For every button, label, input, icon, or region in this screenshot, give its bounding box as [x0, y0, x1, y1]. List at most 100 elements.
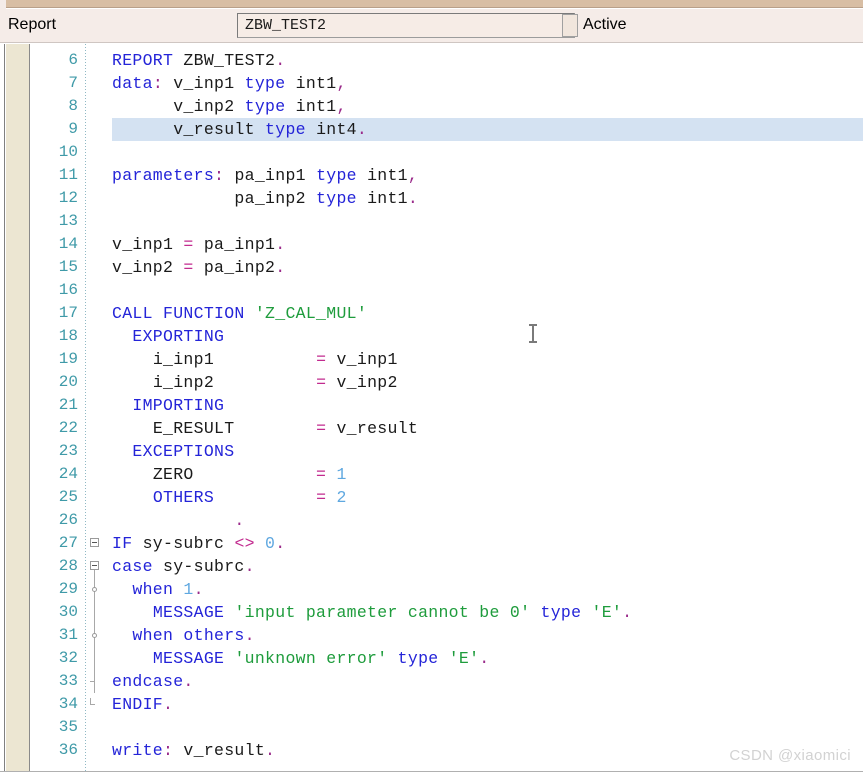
code-line[interactable]: 28 case sy-subrc. — [0, 555, 863, 578]
text-cursor-icon — [529, 324, 537, 344]
code-text: IMPORTING — [132, 396, 225, 415]
code-text: when 1. — [132, 580, 204, 599]
line-number: 9 — [68, 120, 78, 138]
line-number: 13 — [58, 212, 78, 230]
code-line[interactable]: 21 IMPORTING — [0, 394, 863, 417]
code-line[interactable]: 35 — [0, 716, 863, 739]
fold-node-icon[interactable] — [92, 633, 97, 638]
window-top-accent-strip — [0, 0, 863, 8]
code-text: EXCEPTIONS — [132, 442, 235, 461]
line-number: 12 — [58, 189, 78, 207]
code-line[interactable]: 27 IF sy-subrc <> 0. — [0, 532, 863, 555]
status-badge: Active — [583, 16, 627, 33]
code-text: when others. — [132, 626, 255, 645]
fold-end-icon — [90, 681, 95, 682]
code-line[interactable]: 32 MESSAGE 'unknown error' type 'E'. — [0, 647, 863, 670]
fold-guide-line — [94, 647, 95, 670]
line-number: 27 — [58, 534, 78, 552]
code-text: v_inp2 = pa_inp2. — [112, 258, 286, 277]
code-text: OTHERS = 2 — [152, 488, 347, 507]
code-line[interactable]: 8 v_inp2 type int1, — [0, 95, 863, 118]
code-line[interactable]: 23 EXCEPTIONS — [0, 440, 863, 463]
fold-node-icon[interactable] — [92, 587, 97, 592]
code-text: ENDIF. — [112, 695, 174, 714]
code-line[interactable]: 25 OTHERS = 2 — [0, 486, 863, 509]
code-text: pa_inp2 type int1. — [234, 189, 419, 208]
code-text: v_result type int4. — [173, 120, 368, 139]
line-number: 18 — [58, 327, 78, 345]
line-number: 22 — [58, 419, 78, 437]
line-number: 21 — [58, 396, 78, 414]
line-number: 16 — [58, 281, 78, 299]
code-text: ZERO = 1 — [152, 465, 347, 484]
line-number: 31 — [58, 626, 78, 644]
line-number: 14 — [58, 235, 78, 253]
code-text: v_inp1 = pa_inp1. — [112, 235, 286, 254]
code-line[interactable]: 22 E_RESULT = v_result — [0, 417, 863, 440]
code-line[interactable]: 33 endcase. — [0, 670, 863, 693]
line-number: 11 — [58, 166, 78, 184]
line-number: 20 — [58, 373, 78, 391]
code-text: i_inp2 = v_inp2 — [152, 373, 398, 392]
line-number: 7 — [68, 74, 78, 92]
status-indicator-box — [562, 14, 578, 37]
code-text: i_inp1 = v_inp1 — [152, 350, 398, 369]
line-number: 28 — [58, 557, 78, 575]
line-number: 32 — [58, 649, 78, 667]
code-line[interactable]: 13 — [0, 210, 863, 233]
line-number: 6 — [68, 51, 78, 69]
code-text: case sy-subrc. — [112, 557, 255, 576]
code-line[interactable]: 17 CALL FUNCTION 'Z_CAL_MUL' — [0, 302, 863, 325]
code-line[interactable]: 30 MESSAGE 'input parameter cannot be 0'… — [0, 601, 863, 624]
line-number: 25 — [58, 488, 78, 506]
code-text: endcase. — [112, 672, 194, 691]
report-type-label: Report — [8, 16, 57, 33]
code-line[interactable]: 11 parameters: pa_inp1 type int1, — [0, 164, 863, 187]
line-number: 23 — [58, 442, 78, 460]
code-line[interactable]: 9 v_result type int4. — [0, 118, 863, 141]
line-number: 19 — [58, 350, 78, 368]
code-text: MESSAGE 'unknown error' type 'E'. — [152, 649, 490, 668]
line-number: 34 — [58, 695, 78, 713]
code-line[interactable]: 29 when 1. — [0, 578, 863, 601]
code-line[interactable]: 14 v_inp1 = pa_inp1. — [0, 233, 863, 256]
code-line[interactable]: 18 EXPORTING — [0, 325, 863, 348]
window-top-left-corner — [0, 0, 6, 9]
code-line[interactable]: 7 data: v_inp1 type int1, — [0, 72, 863, 95]
fold-guide-line — [94, 601, 95, 624]
line-number: 15 — [58, 258, 78, 276]
code-line[interactable]: 31 when others. — [0, 624, 863, 647]
line-number: 29 — [58, 580, 78, 598]
fold-guide-line — [94, 570, 95, 578]
code-editor[interactable]: 6 REPORT ZBW_TEST2. 7 data: v_inp1 type int… — [0, 44, 863, 772]
code-line[interactable]: 6 REPORT ZBW_TEST2. — [0, 49, 863, 72]
watermark-text: CSDN @xiaomici — [729, 747, 851, 764]
code-line[interactable]: 26 . — [0, 509, 863, 532]
line-number: 8 — [68, 97, 78, 115]
line-number: 17 — [58, 304, 78, 322]
code-line[interactable]: 10 — [0, 141, 863, 164]
code-line[interactable]: 16 — [0, 279, 863, 302]
code-line[interactable]: 15 v_inp2 = pa_inp2. — [0, 256, 863, 279]
fold-collapse-icon[interactable] — [90, 538, 99, 547]
report-name-input[interactable] — [237, 13, 575, 38]
code-line[interactable]: 12 pa_inp2 type int1. — [0, 187, 863, 210]
code-text: E_RESULT = v_result — [152, 419, 419, 438]
fold-collapse-icon[interactable] — [90, 561, 99, 570]
line-number: 33 — [58, 672, 78, 690]
code-text: data: v_inp1 type int1, — [112, 74, 347, 93]
line-number: 24 — [58, 465, 78, 483]
code-text: REPORT ZBW_TEST2. — [112, 51, 286, 70]
line-number: 35 — [58, 718, 78, 736]
code-line[interactable]: 24 ZERO = 1 — [0, 463, 863, 486]
code-line[interactable]: 19 i_inp1 = v_inp1 — [0, 348, 863, 371]
code-text: MESSAGE 'input parameter cannot be 0' ty… — [152, 603, 633, 622]
code-text: EXPORTING — [132, 327, 225, 346]
editor-header-toolbar: Report Active — [0, 9, 863, 43]
code-text: IF sy-subrc <> 0. — [112, 534, 286, 553]
code-line[interactable]: 34 ENDIF. — [0, 693, 863, 716]
line-number: 36 — [58, 741, 78, 759]
code-text: CALL FUNCTION 'Z_CAL_MUL' — [112, 304, 368, 323]
code-line[interactable]: 20 i_inp2 = v_inp2 — [0, 371, 863, 394]
code-text: . — [234, 511, 245, 530]
